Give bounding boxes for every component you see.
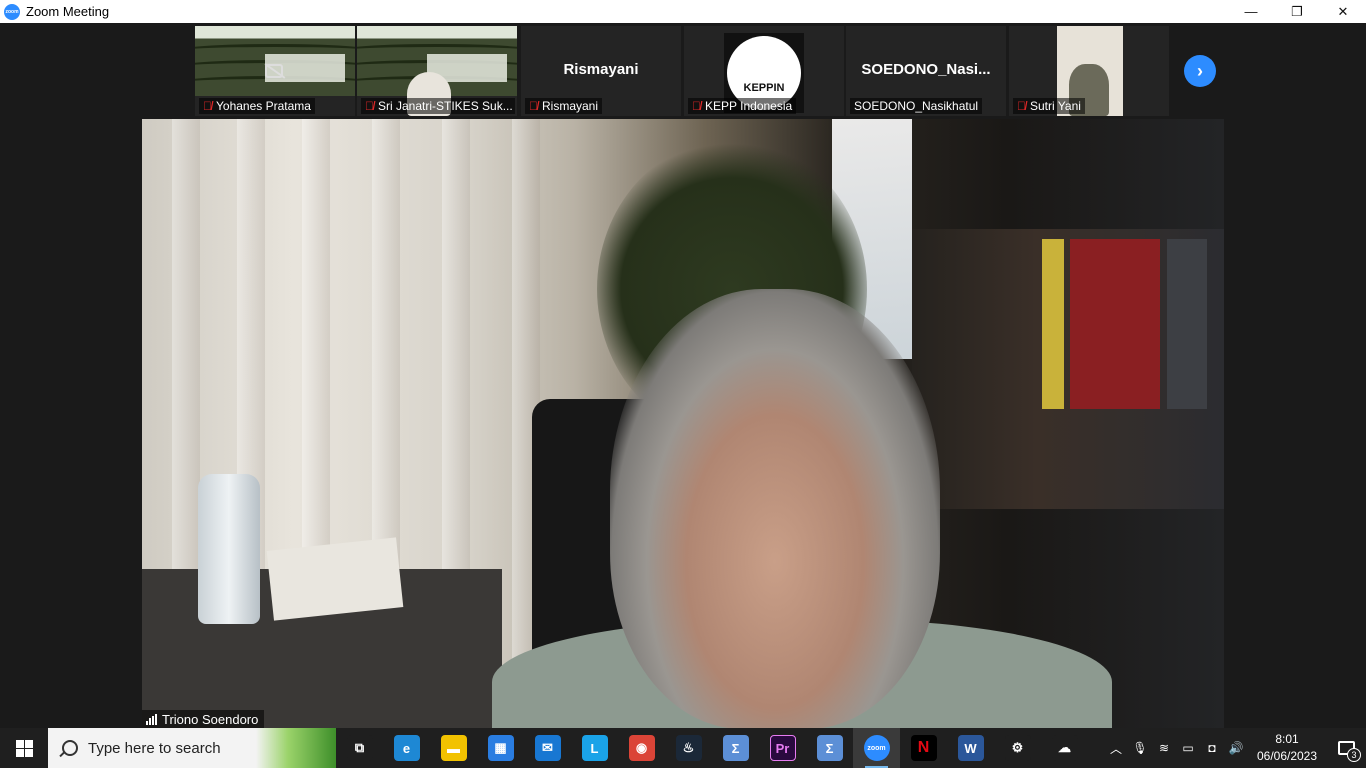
restore-button[interactable]: ❐ <box>1274 0 1320 23</box>
active-speaker-video[interactable]: Triono Soendoro <box>142 119 1224 728</box>
minimize-button[interactable]: — <box>1228 0 1274 23</box>
search-highlight-image <box>256 728 336 768</box>
muted-mic-icon: 🎙̸ <box>692 99 701 113</box>
close-button[interactable]: ✕ <box>1320 0 1366 23</box>
speaker-icon[interactable]: 🔊 <box>1224 728 1248 768</box>
muted-mic-icon: 🎙̸ <box>1017 99 1026 113</box>
taskbar-app-sigma-app-1[interactable]: Σ <box>712 728 759 768</box>
muted-mic-icon: 🎙̸ <box>529 99 538 113</box>
window-title: Zoom Meeting <box>26 4 110 19</box>
taskbar-app-microsoft-store[interactable]: ▦ <box>477 728 524 768</box>
taskbar-app-onedrive[interactable]: ☁ <box>1041 728 1088 768</box>
participant-name-label: 🎙̸ KEPP Indonesia <box>688 98 797 114</box>
word-icon: W <box>957 735 984 761</box>
system-tray: ︿ 🎙 ≋ ▭ ◘ 🔊 8:01 06/06/2023 3 <box>1104 728 1366 768</box>
clock-time: 8:01 <box>1275 732 1299 746</box>
clock-date: 06/06/2023 <box>1256 749 1318 763</box>
search-placeholder: Type here to search <box>88 739 221 757</box>
taskbar-app-premiere-pro[interactable]: Pr <box>759 728 806 768</box>
chevron-up-icon[interactable]: ︿ <box>1104 728 1128 768</box>
taskbar-app-sigma-app-2[interactable]: Σ <box>806 728 853 768</box>
clock[interactable]: 8:01 06/06/2023 <box>1248 728 1326 768</box>
microsoft-store-icon: ▦ <box>487 735 514 761</box>
muted-mic-icon: 🎙̸ <box>365 99 374 113</box>
participant-tile[interactable]: SOEDONO_Nasi... SOEDONO_Nasikhatul <box>846 26 1006 116</box>
pinned-apps: ⧉ e ▬ ▦ ✉ L ◉ ♨ Σ Pr Σzoom N W ⚙ ☁ <box>336 728 1088 768</box>
taskbar-app-l-app[interactable]: L <box>571 728 618 768</box>
zoom-icon: zoom <box>863 735 890 761</box>
participant-name-label: 🎙̸ Sutri Yani <box>1013 98 1085 114</box>
zoom-window: zoom Zoom Meeting — ❐ ✕ 🎙̸ Yohanes Prata… <box>0 0 1366 768</box>
start-button[interactable] <box>0 728 48 768</box>
taskbar-app-zoom[interactable]: zoom <box>853 728 900 768</box>
edge-icon: e <box>393 735 420 761</box>
logo-text: KEPPIN <box>743 82 785 94</box>
steam-icon: ♨ <box>675 735 702 761</box>
participant-tile[interactable]: Rismayani 🎙̸ Rismayani <box>521 26 681 116</box>
participant-name-label: 🎙̸ Rismayani <box>525 98 603 114</box>
taskbar-app-file-explorer[interactable]: ▬ <box>430 728 477 768</box>
mail-icon: ✉ <box>534 735 561 761</box>
file-explorer-icon: ▬ <box>440 735 467 761</box>
participant-tile[interactable]: 🎙̸ Sutri Yani <box>1009 26 1169 116</box>
sigma-app-2-icon: Σ <box>816 735 843 761</box>
participant-tile[interactable]: KEPPIN 🎙̸ KEPP Indonesia <box>684 26 844 116</box>
taskbar-app-word[interactable]: W <box>947 728 994 768</box>
taskbar-app-chrome[interactable]: ◉ <box>618 728 665 768</box>
settings-icon: ⚙ <box>1004 735 1031 761</box>
participant-name: Yohanes Pratama <box>216 99 311 113</box>
signal-bars-icon <box>146 713 157 725</box>
participant-name: SOEDONO_Nasikhatul <box>854 99 979 113</box>
premiere-pro-icon: Pr <box>769 735 796 761</box>
notification-count: 3 <box>1347 748 1361 762</box>
participant-name: Sri Janatri-STIKES Suk... <box>378 99 513 113</box>
participant-name-label: SOEDONO_Nasikhatul <box>850 98 983 114</box>
wifi-icon[interactable]: ≋ <box>1152 728 1176 768</box>
participant-name: Sutri Yani <box>1030 99 1081 113</box>
webcam-icon[interactable]: ◘ <box>1200 728 1224 768</box>
task-view-icon: ⧉ <box>346 735 373 761</box>
taskbar-app-mail[interactable]: ✉ <box>524 728 571 768</box>
windows-taskbar: Type here to search ⧉ e ▬ ▦ ✉ L ◉ ♨ Σ Pr Σzoom N W ⚙ ☁… <box>0 728 1366 768</box>
chevron-right-icon[interactable]: › <box>1184 55 1216 87</box>
battery-icon[interactable]: ▭ <box>1176 728 1200 768</box>
windows-logo-icon <box>15 739 33 757</box>
taskbar-search-box[interactable]: Type here to search <box>48 728 336 768</box>
participant-name-label: 🎙̸ Yohanes Pratama <box>199 98 315 114</box>
camera-off-icon <box>265 64 283 78</box>
l-app-icon: L <box>581 735 608 761</box>
notification-center-button[interactable]: 3 <box>1326 728 1366 768</box>
taskbar-app-steam[interactable]: ♨ <box>665 728 712 768</box>
chrome-icon: ◉ <box>628 735 655 761</box>
microphone-icon[interactable]: 🎙 <box>1128 728 1152 768</box>
shared-slide-thumbnail <box>195 26 355 96</box>
participant-name: Rismayani <box>542 99 599 113</box>
participant-tile[interactable]: 🎙̸ Sri Janatri-STIKES Suk... <box>357 26 517 116</box>
participant-display-name: Rismayani <box>563 61 639 78</box>
participant-display-name: SOEDONO_Nasi... <box>861 61 991 78</box>
participant-name-label: 🎙̸ Sri Janatri-STIKES Suk... <box>361 98 515 114</box>
speaker-name-label: Triono Soendoro <box>142 710 265 728</box>
netflix-icon: N <box>910 735 937 761</box>
zoom-icon: zoom <box>4 3 20 20</box>
participant-name: KEPP Indonesia <box>705 99 793 113</box>
search-icon <box>62 740 78 756</box>
participant-tile[interactable]: 🎙̸ Yohanes Pratama <box>195 26 355 116</box>
taskbar-app-netflix[interactable]: N <box>900 728 947 768</box>
onedrive-icon: ☁ <box>1051 735 1078 761</box>
taskbar-app-task-view[interactable]: ⧉ <box>336 728 383 768</box>
taskbar-app-settings[interactable]: ⚙ <box>994 728 1041 768</box>
muted-mic-icon: 🎙̸ <box>203 99 212 113</box>
taskbar-app-edge[interactable]: e <box>383 728 430 768</box>
participant-strip: 🎙̸ Yohanes Pratama 🎙̸ Sri Janatri-STIKES… <box>0 23 1366 117</box>
sigma-app-1-icon: Σ <box>722 735 749 761</box>
speaker-name: Triono Soendoro <box>162 711 259 727</box>
title-bar: zoom Zoom Meeting — ❐ ✕ <box>0 0 1366 23</box>
